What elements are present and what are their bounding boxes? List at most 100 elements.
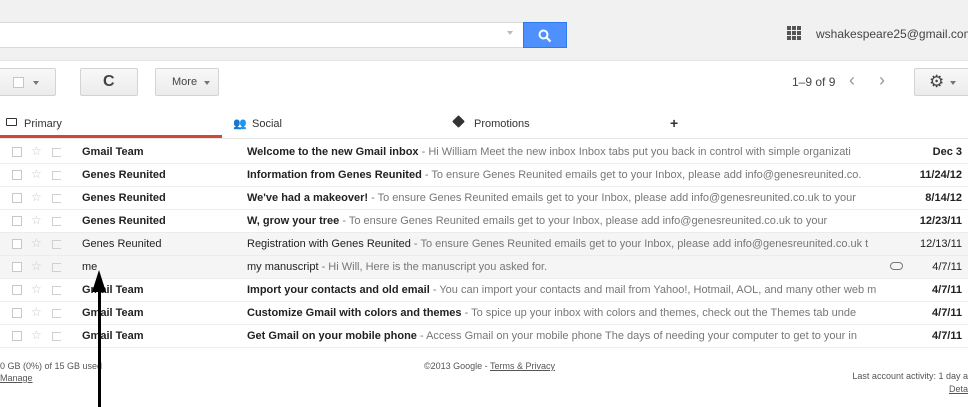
email-snippet: - To ensure Genes Reunited emails get to…	[421, 169, 862, 181]
email-row[interactable]: ☆ Genes Reunited Information from Genes Re…	[0, 164, 968, 187]
row-checkbox[interactable]	[12, 239, 22, 249]
email-sender: Genes Reunited	[82, 192, 166, 204]
annotation-arrow-icon	[98, 290, 101, 407]
star-icon[interactable]: ☆	[31, 190, 42, 204]
last-activity-text: Last account activity: 1 day a	[852, 371, 968, 381]
row-checkbox[interactable]	[12, 262, 22, 272]
chevron-down-icon	[950, 81, 956, 85]
newer-page-icon[interactable]: ›	[879, 70, 885, 91]
star-icon[interactable]: ☆	[31, 259, 42, 273]
row-checkbox[interactable]	[12, 331, 22, 341]
footer-legal: ©2013 Google - Terms & Privacy	[424, 361, 555, 371]
email-row[interactable]: ☆ Gmail Team Customize Gmail with colors a…	[0, 302, 968, 325]
tab-label: Primary	[24, 118, 62, 130]
manage-storage-link[interactable]: Manage	[0, 372, 102, 384]
importance-marker-icon[interactable]	[52, 332, 61, 341]
row-checkbox[interactable]	[12, 147, 22, 157]
toolbar: C More 1–9 of 9 ‹ › ⚙	[0, 60, 968, 105]
star-icon[interactable]: ☆	[31, 167, 42, 181]
search-button[interactable]	[523, 22, 567, 48]
email-subject: my manuscript	[247, 261, 319, 273]
email-line: Registration with Genes Reunited - To en…	[247, 238, 880, 250]
importance-marker-icon[interactable]	[52, 148, 61, 157]
email-line: We've had a makeover! - To ensure Genes …	[247, 192, 880, 204]
details-link[interactable]: Deta	[852, 383, 968, 396]
email-row[interactable]: ☆ Genes Reunited W, grow your tree - To en…	[0, 210, 968, 233]
email-row[interactable]: ☆ me my manuscript - Hi Will, Here is the …	[0, 256, 968, 279]
importance-marker-icon[interactable]	[52, 240, 61, 249]
terms-privacy-link[interactable]: Terms & Privacy	[490, 361, 555, 371]
email-line: Get Gmail on your mobile phone - Access …	[247, 330, 880, 342]
tag-icon	[452, 115, 465, 128]
top-bar: wshakespeare25@gmail.com	[0, 0, 968, 61]
email-sender: Gmail Team	[82, 330, 144, 342]
email-date: Dec 3	[932, 146, 962, 158]
email-snippet: - To ensure Genes Reunited emails get to…	[410, 238, 869, 250]
refresh-button[interactable]: C	[80, 68, 138, 96]
importance-marker-icon[interactable]	[52, 309, 61, 318]
email-sender: Genes Reunited	[82, 215, 166, 227]
more-button[interactable]: More	[155, 68, 219, 96]
row-checkbox[interactable]	[12, 216, 22, 226]
star-icon[interactable]: ☆	[31, 144, 42, 158]
email-sender: Genes Reunited	[82, 238, 162, 250]
account-activity: Last account activity: 1 day a Deta	[852, 370, 968, 396]
gear-icon: ⚙	[929, 72, 945, 91]
inbox-icon	[6, 118, 17, 126]
email-row[interactable]: ☆ Gmail Team Get Gmail on your mobile phon…	[0, 325, 968, 348]
email-date: 11/24/12	[919, 169, 962, 181]
tab-primary[interactable]: Primary	[0, 110, 222, 138]
apps-grid-icon[interactable]	[787, 26, 801, 40]
email-row[interactable]: ☆ Gmail Team Welcome to the new Gmail inbo…	[0, 141, 968, 164]
email-line: W, grow your tree - To ensure Genes Reun…	[247, 215, 880, 227]
email-row[interactable]: ☆ Genes Reunited Registration with Genes R…	[0, 233, 968, 256]
row-checkbox[interactable]	[12, 308, 22, 318]
account-email[interactable]: wshakespeare25@gmail.com	[816, 27, 968, 41]
email-row[interactable]: ☆ Gmail Team Import your contacts and old …	[0, 279, 968, 302]
email-date: 8/14/12	[925, 192, 962, 204]
tab-social[interactable]: 👥 Social	[230, 110, 440, 138]
older-page-icon[interactable]: ‹	[849, 70, 855, 91]
star-icon[interactable]: ☆	[31, 213, 42, 227]
email-date: 4/7/11	[932, 284, 962, 296]
tab-promotions[interactable]: Promotions	[450, 110, 660, 138]
tab-label: Social	[252, 118, 282, 130]
star-icon[interactable]: ☆	[31, 328, 42, 342]
copyright-text: ©2013 Google -	[424, 361, 491, 371]
storage-usage: 0 GB (0%) of 15 GB used	[0, 361, 103, 371]
row-checkbox[interactable]	[12, 170, 22, 180]
email-subject: Information from Genes Reunited	[247, 169, 422, 181]
email-subject: Registration with Genes Reunited	[247, 238, 411, 250]
star-icon[interactable]: ☆	[31, 282, 42, 296]
importance-marker-icon[interactable]	[52, 263, 61, 272]
email-list: ☆ Gmail Team Welcome to the new Gmail inbo…	[0, 141, 968, 348]
email-row[interactable]: ☆ Genes Reunited We've had a makeover! - T…	[0, 187, 968, 210]
search-options-caret-icon[interactable]	[507, 31, 513, 35]
pagination-info: 1–9 of 9	[792, 75, 836, 89]
star-icon[interactable]: ☆	[31, 236, 42, 250]
select-checkbox-icon	[13, 77, 24, 88]
importance-marker-icon[interactable]	[52, 217, 61, 226]
email-subject: Welcome to the new Gmail inbox	[247, 146, 419, 158]
email-sender: Genes Reunited	[82, 169, 166, 181]
importance-marker-icon[interactable]	[52, 171, 61, 180]
importance-marker-icon[interactable]	[52, 286, 61, 295]
email-subject: Import your contacts and old email	[247, 284, 430, 296]
people-icon: 👥	[233, 118, 247, 130]
email-line: Information from Genes Reunited - To ens…	[247, 169, 880, 181]
star-icon[interactable]: ☆	[31, 305, 42, 319]
email-snippet: - Hi William Meet the new inbox Inbox ta…	[418, 146, 851, 158]
add-tab-button[interactable]: +	[667, 110, 687, 138]
row-checkbox[interactable]	[12, 285, 22, 295]
add-tab-icon: +	[670, 115, 679, 131]
search-input[interactable]	[0, 22, 524, 48]
importance-marker-icon[interactable]	[52, 194, 61, 203]
row-checkbox[interactable]	[12, 193, 22, 203]
email-subject: We've had a makeover!	[247, 192, 369, 204]
settings-button[interactable]: ⚙	[914, 68, 968, 96]
select-all-button[interactable]	[0, 68, 56, 96]
email-line: Welcome to the new Gmail inbox - Hi Will…	[247, 146, 880, 158]
email-snippet: - Access Gmail on your mobile phone The …	[416, 330, 857, 342]
email-snippet: - You can import your contacts and mail …	[429, 284, 877, 296]
more-label: More	[172, 76, 198, 88]
